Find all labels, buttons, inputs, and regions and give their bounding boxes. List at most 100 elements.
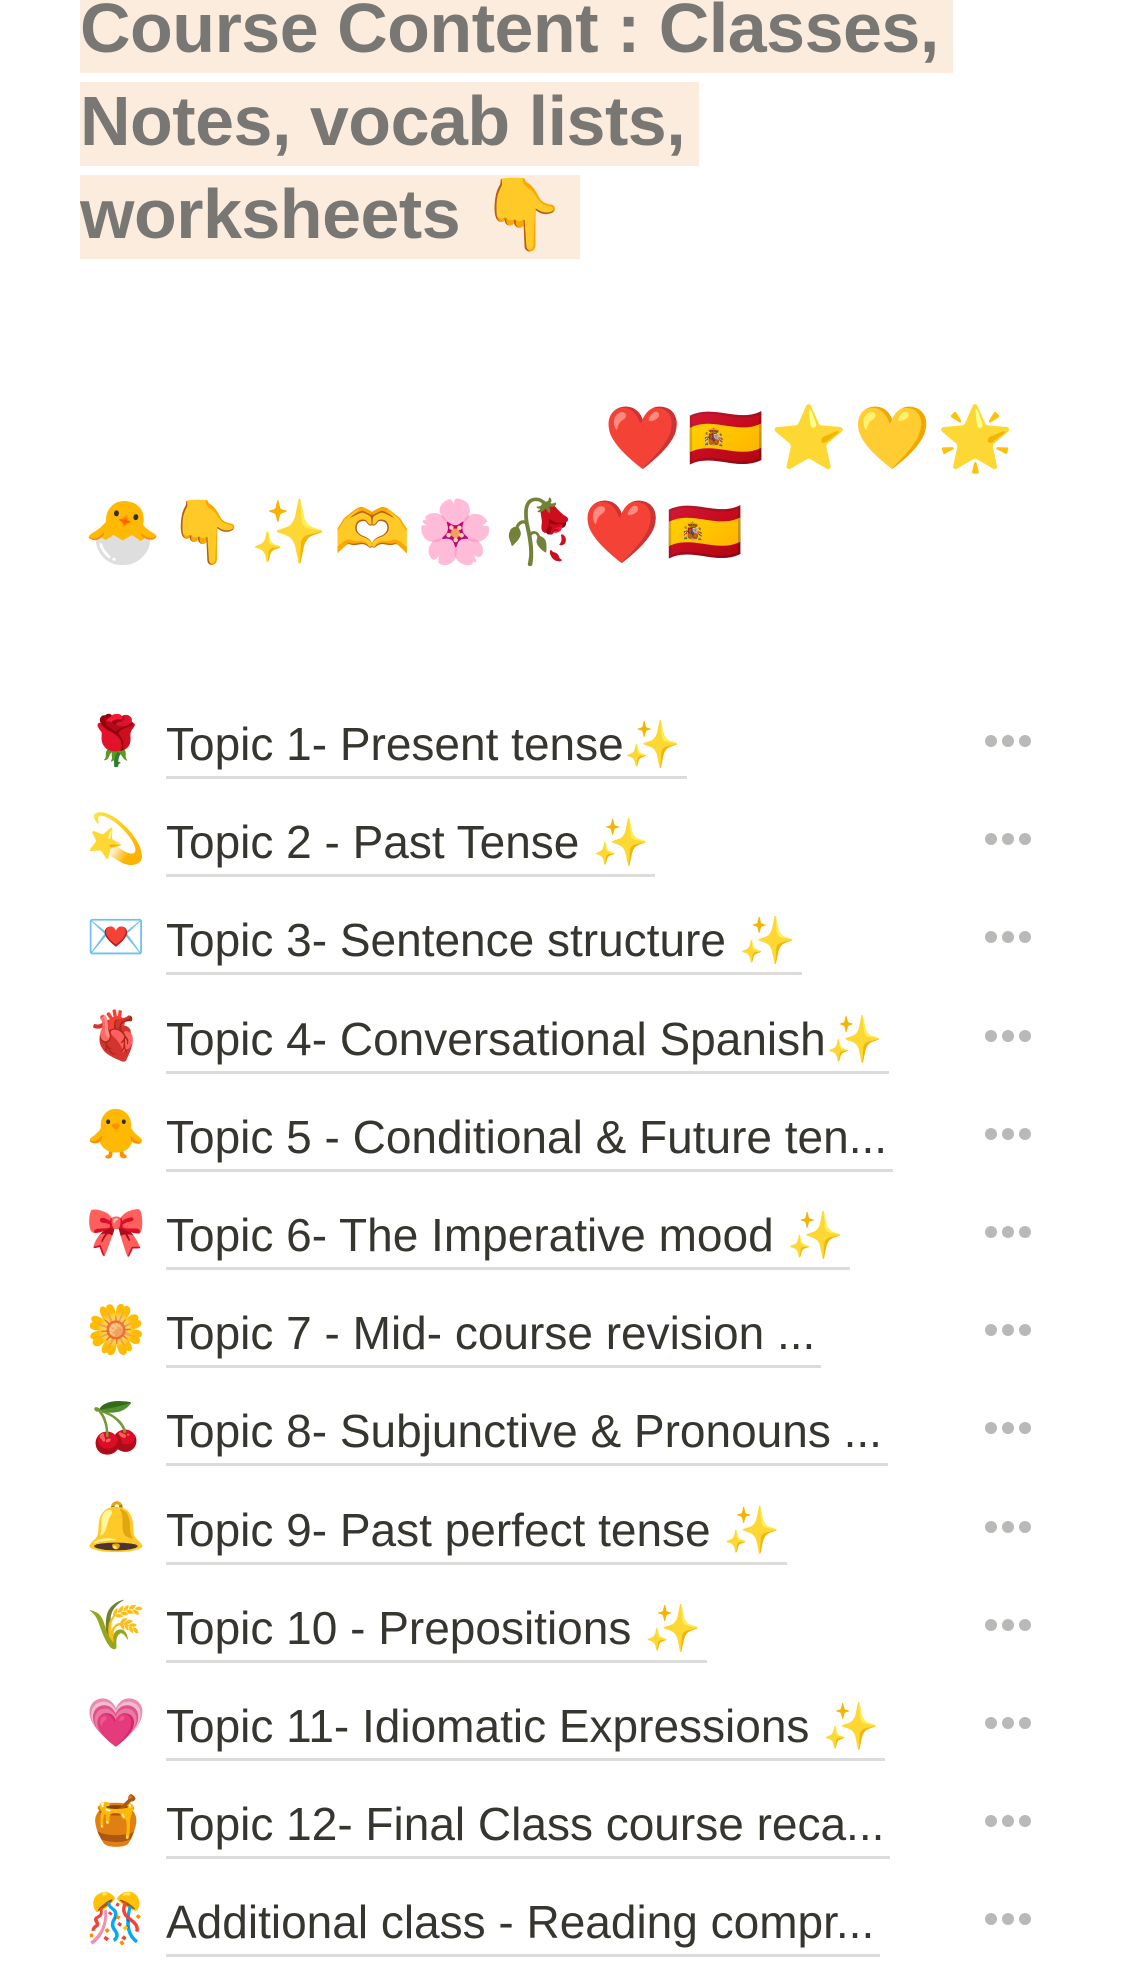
- subpage-link[interactable]: Topic 4- Conversational Spanish✨: [166, 1009, 889, 1074]
- growing-heart-icon: 💗: [86, 1696, 146, 1750]
- subpage-link[interactable]: Topic 1- Present tense✨: [166, 714, 687, 779]
- subpage-item[interactable]: 💗 Topic 11- Idiomatic Expressions ✨: [0, 1690, 1125, 1788]
- cherry-blossom-icon: 🌸: [416, 498, 501, 567]
- dot: [1002, 1225, 1014, 1238]
- dot: [1002, 1029, 1014, 1042]
- subpage-link[interactable]: Topic 2 - Past Tense ✨: [166, 812, 656, 878]
- subpage-item[interactable]: 💌 Topic 3- Sentence structure ✨: [0, 904, 1125, 1002]
- sparkles-icon: ✨: [250, 498, 334, 567]
- page-heading: Course Content : Classes, Notes, vocab l…: [80, 0, 1080, 261]
- dot: [985, 1716, 997, 1729]
- subpage-list: 🌹 Topic 1- Present tense✨ 💫 Topic 2 - Past …: [0, 708, 1125, 1984]
- wilted-flower-icon: 🥀: [500, 498, 584, 567]
- dot: [1002, 1520, 1014, 1533]
- dot: [985, 1324, 997, 1337]
- dizzy-icon: 💫: [86, 813, 146, 867]
- subpage-item[interactable]: 🔔 Topic 9- Past perfect tense ✨: [0, 1494, 1125, 1592]
- star-icon: ⭐: [770, 404, 854, 473]
- confetti-ball-icon: 🎊: [86, 1893, 146, 1947]
- love-letter-icon: 💌: [86, 911, 146, 965]
- more-options-icon[interactable]: [985, 1716, 1031, 1730]
- subpage-link[interactable]: Topic 8- Subjunctive & Pronouns ...: [166, 1401, 888, 1467]
- pointing-down-icon: 👇: [167, 498, 251, 567]
- dot: [1002, 1618, 1014, 1631]
- subpage-link[interactable]: Topic 11- Idiomatic Expressions ✨: [166, 1696, 886, 1761]
- dot: [1019, 1324, 1031, 1337]
- subpage-link[interactable]: Topic 6- The Imperative mood ✨: [166, 1205, 850, 1270]
- dot: [985, 1520, 997, 1533]
- subpage-item[interactable]: 🌾 Topic 10 - Prepositions ✨: [0, 1592, 1125, 1690]
- subpage-item[interactable]: 🎊 Additional class - Reading compr...: [0, 1886, 1125, 1984]
- spain-flag-icon: 🇪🇸: [687, 404, 771, 473]
- heading-line-1: Course Content : Classes,: [80, 0, 953, 73]
- subpage-item[interactable]: 💫 Topic 2 - Past Tense ✨: [0, 806, 1125, 904]
- dot: [1002, 1716, 1014, 1729]
- more-options-icon[interactable]: [985, 832, 1031, 846]
- dot: [1002, 1422, 1014, 1435]
- subpage-item[interactable]: 🌹 Topic 1- Present tense✨: [0, 708, 1125, 806]
- more-options-icon[interactable]: [985, 1421, 1031, 1435]
- hatching-chick-icon: 🐣: [84, 498, 168, 567]
- glowing-star-icon: 🌟: [936, 404, 1021, 473]
- dot: [1002, 1815, 1014, 1828]
- dot: [1019, 1127, 1031, 1140]
- bell-icon: 🔔: [86, 1500, 146, 1554]
- subpage-item[interactable]: 🐥 Topic 5 - Conditional & Future ten...: [0, 1101, 1125, 1199]
- dot: [1019, 1225, 1031, 1238]
- dot: [1019, 1716, 1031, 1729]
- dot: [1019, 1422, 1031, 1435]
- dot: [985, 1029, 997, 1042]
- more-options-icon[interactable]: [985, 1323, 1031, 1337]
- dot: [1019, 833, 1031, 846]
- dot: [1002, 735, 1014, 747]
- dot: [985, 931, 997, 944]
- dot: [985, 833, 997, 846]
- dot: [1019, 931, 1031, 944]
- dot: [1019, 1913, 1031, 1926]
- subpage-link[interactable]: Topic 10 - Prepositions ✨: [166, 1598, 708, 1663]
- more-options-icon[interactable]: [985, 734, 1031, 748]
- dot: [1019, 1618, 1031, 1631]
- dot: [985, 1618, 997, 1631]
- more-options-icon[interactable]: [985, 1029, 1031, 1043]
- dot: [1019, 735, 1031, 747]
- dot: [1019, 1815, 1031, 1828]
- heading-line-2: Notes, vocab lists,: [80, 82, 700, 166]
- dot: [1019, 1029, 1031, 1042]
- emoji-decoration-row-1: ❤️🇪🇸⭐💛🌟: [604, 408, 1020, 470]
- baby-chick-icon: 🐥: [86, 1107, 146, 1161]
- more-options-icon[interactable]: [985, 1814, 1031, 1828]
- rose-icon: 🌹: [86, 715, 146, 768]
- dot: [985, 1815, 997, 1828]
- red-heart-icon: ❤️: [604, 404, 688, 473]
- more-options-icon[interactable]: [985, 1618, 1031, 1632]
- spain-flag-icon: 🇪🇸: [666, 498, 750, 567]
- yellow-heart-icon: 💛: [853, 404, 937, 473]
- dot: [985, 1127, 997, 1140]
- subpage-link[interactable]: Topic 7 - Mid- course revision ...: [166, 1303, 822, 1369]
- subpage-link[interactable]: Topic 9- Past perfect tense ✨: [166, 1500, 787, 1565]
- red-heart-icon: ❤️: [583, 498, 667, 567]
- dot: [1002, 931, 1014, 944]
- more-options-icon[interactable]: [985, 930, 1031, 944]
- subpage-item[interactable]: 🎀 Topic 6- The Imperative mood ✨: [0, 1199, 1125, 1297]
- subpage-item[interactable]: 🫀 Topic 4- Conversational Spanish✨: [0, 1003, 1125, 1101]
- subpage-item[interactable]: 🍒 Topic 8- Subjunctive & Pronouns ...: [0, 1395, 1125, 1493]
- dot: [985, 1422, 997, 1435]
- ribbon-icon: 🎀: [86, 1205, 146, 1259]
- dot: [1002, 1913, 1014, 1926]
- subpage-link[interactable]: Additional class - Reading compr...: [166, 1892, 881, 1958]
- dot: [985, 1913, 997, 1926]
- subpage-link[interactable]: Topic 12- Final Class course reca...: [166, 1794, 891, 1860]
- subpage-link[interactable]: Topic 3- Sentence structure ✨: [166, 910, 803, 976]
- more-options-icon[interactable]: [985, 1127, 1031, 1141]
- subpage-item[interactable]: 🍯 Topic 12- Final Class course reca...: [0, 1788, 1125, 1886]
- anatomical-heart-icon: 🫀: [86, 1009, 146, 1063]
- more-options-icon[interactable]: [985, 1912, 1031, 1926]
- emoji-decoration-row-2: 🐣👇✨🫶🌸🥀❤️🇪🇸: [84, 502, 750, 564]
- subpage-item[interactable]: 🌼 Topic 7 - Mid- course revision ...: [0, 1297, 1125, 1395]
- more-options-icon[interactable]: [985, 1225, 1031, 1239]
- subpage-link[interactable]: Topic 5 - Conditional & Future ten...: [166, 1107, 894, 1172]
- dot: [1019, 1520, 1031, 1533]
- more-options-icon[interactable]: [985, 1520, 1031, 1534]
